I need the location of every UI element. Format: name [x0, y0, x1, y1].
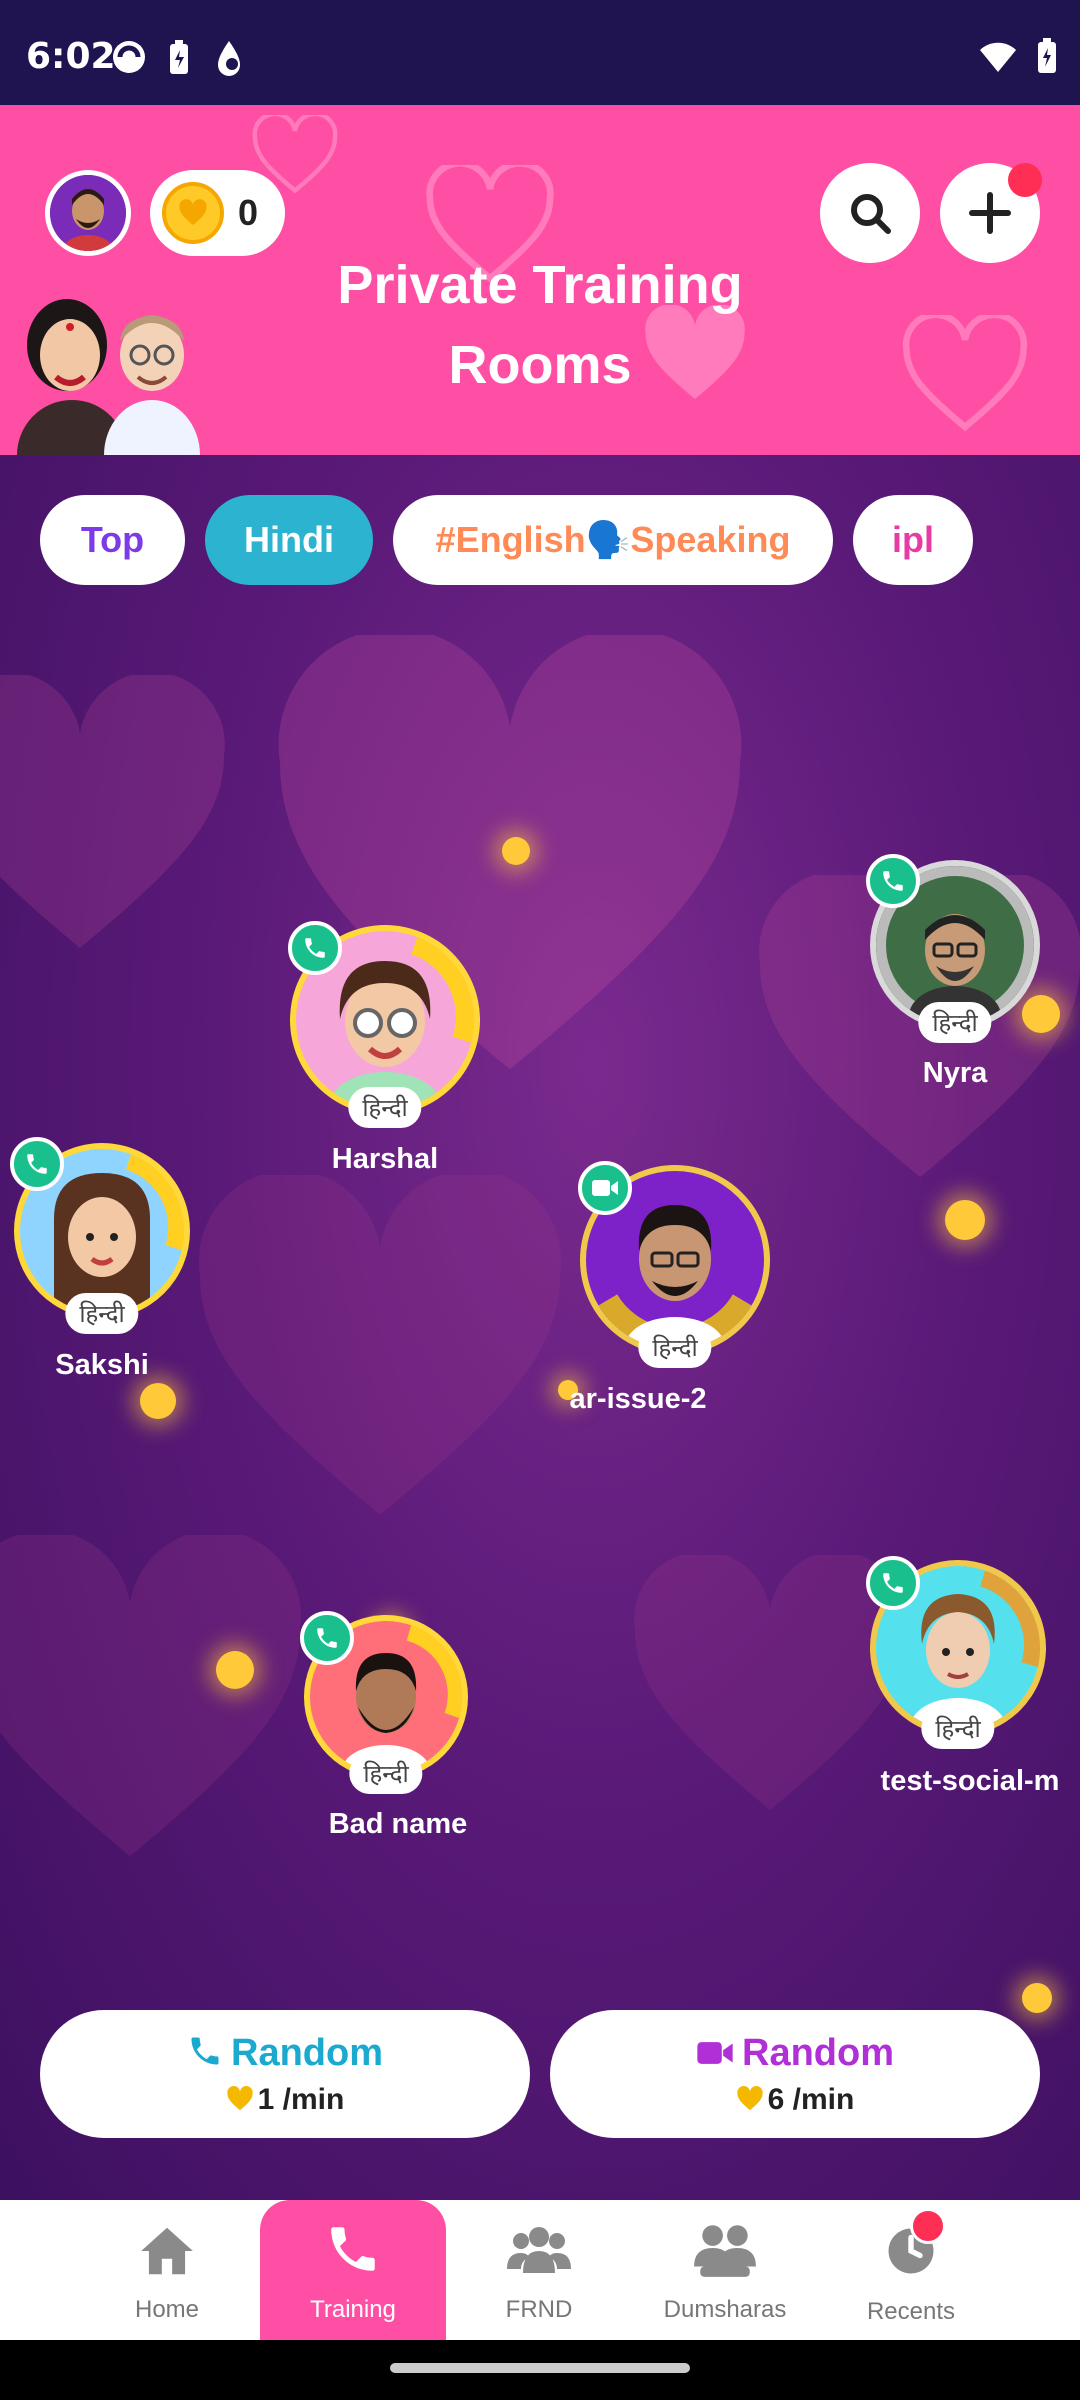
- video-camera-icon: [697, 2042, 733, 2064]
- nav-training-label: Training: [310, 2296, 396, 2323]
- video-call-badge-icon: [578, 1161, 632, 1215]
- battery-saver-icon: [170, 40, 188, 74]
- rooms-area: Top Hindi #English🗣️Speaking ipl हिन्दी …: [0, 455, 1080, 2200]
- user-name: Nyra: [922, 1057, 988, 1089]
- home-icon: [141, 2227, 193, 2275]
- random-video-text: Random: [742, 2032, 894, 2074]
- random-audio-label: Random: [40, 2032, 530, 2075]
- notification-dot: [1008, 163, 1042, 197]
- audio-call-badge-icon: [866, 1556, 920, 1610]
- audio-call-badge-icon: [866, 854, 920, 908]
- nav-recents[interactable]: Recents: [818, 2200, 1004, 2340]
- chip-hindi[interactable]: Hindi: [205, 495, 373, 585]
- app-drop-icon: [218, 41, 240, 76]
- coin-icon: [736, 2086, 763, 2111]
- nav-frnd-label: FRND: [505, 2296, 573, 2323]
- chip-ipl[interactable]: ipl: [853, 495, 973, 585]
- home-gesture-handle[interactable]: [390, 2363, 690, 2373]
- audio-call-badge-icon: [288, 921, 342, 975]
- random-audio-price: 1 /min: [40, 2083, 530, 2117]
- nav-training[interactable]: Training: [260, 2200, 446, 2340]
- header-banner: 0 Private Training Rooms: [0, 105, 1080, 455]
- profile-avatar[interactable]: [45, 170, 131, 256]
- gesture-navigation-bar: [0, 2340, 1080, 2400]
- random-audio-text: Random: [231, 2032, 383, 2074]
- phone-icon: [191, 2037, 219, 2065]
- random-audio-price-text: 1 /min: [257, 2083, 345, 2116]
- language-tag: हिन्दी: [348, 1087, 422, 1128]
- language-tag: हिन्दी: [349, 1753, 423, 1794]
- user-card-sakshi[interactable]: हिन्दी Sakshi: [10, 1137, 190, 1393]
- people-icon: [507, 2227, 571, 2273]
- language-tag: हिन्दी: [921, 1708, 995, 1749]
- user-card-bad-name[interactable]: हिन्दी Bad name: [300, 1611, 468, 1865]
- battery-icon: [1038, 38, 1056, 73]
- chip-top[interactable]: Top: [40, 495, 185, 585]
- search-icon: [851, 194, 891, 234]
- chip-english-speaking[interactable]: #English🗣️Speaking: [393, 495, 833, 585]
- coin-icon: [226, 2086, 253, 2111]
- couple-illustration: [17, 299, 200, 455]
- heart-decoration-icon: [0, 675, 225, 948]
- bokeh-light: [502, 837, 530, 865]
- search-button[interactable]: [820, 163, 920, 263]
- user-card-ar-issue-2[interactable]: हिन्दी ar-issue-2: [569, 1161, 770, 1425]
- nav-frnd[interactable]: FRND: [446, 2200, 632, 2340]
- topic-chips: Top Hindi #English🗣️Speaking ipl: [40, 495, 973, 585]
- coin-balance[interactable]: 0: [150, 170, 285, 256]
- random-video-price-text: 6 /min: [767, 2083, 855, 2116]
- nav-recents-label: Recents: [866, 2298, 956, 2325]
- language-tag: हिन्दी: [918, 1002, 992, 1043]
- random-audio-call-button[interactable]: Random 1 /min: [40, 2010, 530, 2138]
- language-tag: हिन्दी: [65, 1293, 139, 1334]
- random-video-price: 6 /min: [550, 2083, 1040, 2117]
- phone-icon: [331, 2227, 375, 2271]
- coin-count: 0: [238, 192, 259, 233]
- page-title-line2: Rooms: [448, 335, 632, 395]
- page-title-line1: Private Training: [337, 255, 743, 315]
- nav-dumsharas-label: Dumsharas: [663, 2296, 787, 2323]
- language-tag: हिन्दी: [638, 1327, 712, 1368]
- user-name: ar-issue-2: [569, 1383, 707, 1415]
- user-name: Sakshi: [55, 1349, 149, 1381]
- nav-home-label: Home: [134, 2296, 200, 2323]
- add-room-button[interactable]: [940, 163, 1042, 263]
- random-video-call-button[interactable]: Random 6 /min: [550, 2010, 1040, 2138]
- bokeh-light: [216, 1651, 254, 1689]
- user-name: Bad name: [328, 1808, 468, 1840]
- avatar-face-icon: [50, 175, 126, 251]
- user-name: Harshal: [331, 1143, 439, 1175]
- status-system-icons: [978, 38, 1058, 74]
- user-card-nyra[interactable]: हिन्दी Nyra: [866, 854, 1040, 1089]
- wifi-icon: [980, 42, 1016, 72]
- status-notification-icons: [110, 38, 248, 76]
- user-name: test-social-m: [880, 1765, 1060, 1797]
- group-icon: [694, 2225, 756, 2277]
- nav-home[interactable]: Home: [74, 2200, 260, 2340]
- bokeh-light: [945, 1200, 985, 1240]
- recents-notification-dot: [910, 2208, 946, 2244]
- random-video-label: Random: [550, 2032, 1040, 2075]
- status-bar: 6:02: [0, 0, 1080, 105]
- page-title: Private Training Rooms: [300, 245, 780, 405]
- status-time: 6:02: [26, 36, 116, 77]
- nav-dumsharas[interactable]: Dumsharas: [632, 2200, 818, 2340]
- plus-icon: [969, 192, 1011, 234]
- coin-icon: [162, 182, 224, 244]
- user-card-test-social-m[interactable]: हिन्दी test-social-m: [866, 1556, 1059, 1820]
- heart-decoration-icon: [0, 1535, 301, 1857]
- heart-decoration-icon: [198, 1175, 562, 1515]
- user-card-harshal[interactable]: हिन्दी Harshal: [288, 921, 480, 1175]
- audio-call-badge-icon: [10, 1137, 64, 1191]
- bottom-navigation: Home Training FRND Dumsharas Recents: [0, 2200, 1080, 2340]
- heart-decoration-icon: [902, 315, 1028, 432]
- app-notification-icon: [113, 41, 145, 73]
- audio-call-badge-icon: [300, 1611, 354, 1665]
- bokeh-light: [1022, 1983, 1052, 2013]
